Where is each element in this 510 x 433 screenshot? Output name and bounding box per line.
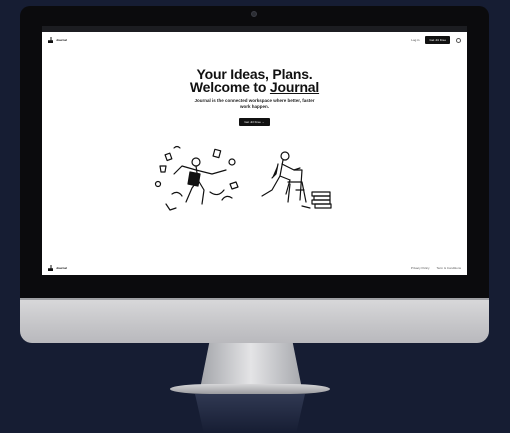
hero-title-prefix: Welcome to — [189, 79, 270, 95]
footer-links: Privacy Policy Term & Conditions — [411, 266, 461, 270]
site-footer: Journal Privacy Policy Term & Conditions — [42, 262, 467, 274]
journal-logo-icon — [48, 265, 53, 271]
hero-illustration — [154, 145, 332, 211]
journal-logo-icon — [48, 37, 53, 43]
terms-link[interactable]: Term & Conditions — [436, 266, 461, 270]
get-free-button[interactable]: Get Jnl Free — [425, 36, 450, 44]
stand-reflection — [195, 394, 305, 433]
monitor-stand-base — [170, 384, 330, 394]
brand-name: Journal — [56, 38, 67, 42]
screen-bottom-bezel — [20, 275, 489, 298]
site-navbar: Journal Log in Get Jnl Free — [42, 32, 467, 48]
brand-logo[interactable]: Journal — [48, 37, 67, 43]
nav-actions: Log in Get Jnl Free — [411, 36, 461, 44]
privacy-policy-link[interactable]: Privacy Policy — [411, 266, 430, 270]
camera-icon — [251, 11, 257, 17]
hero-title-line2: Welcome to Journal — [42, 79, 467, 95]
imac-monitor: Journal Log in Get Jnl Free Your Ideas, … — [20, 6, 489, 343]
footer-logo[interactable]: Journal — [48, 265, 67, 271]
chin-edge — [20, 298, 489, 300]
monitor-chin — [20, 298, 489, 343]
login-link[interactable]: Log in — [411, 38, 419, 42]
screen: Journal Log in Get Jnl Free Your Ideas, … — [42, 32, 467, 275]
footer-brand-name: Journal — [56, 266, 67, 270]
hero-title-highlight: Journal — [269, 79, 320, 95]
moon-icon[interactable] — [456, 37, 461, 43]
hero-section: Your Ideas, Plans. Welcome to Journal Jo… — [42, 67, 467, 128]
monitor-stand-neck — [200, 343, 302, 387]
hero-title: Your Ideas, Plans. Welcome to Journal — [42, 67, 467, 95]
hero-cta-button[interactable]: Get Jnl Free → — [239, 118, 270, 126]
hero-subtitle: Journal is the connected workspace where… — [194, 98, 315, 109]
